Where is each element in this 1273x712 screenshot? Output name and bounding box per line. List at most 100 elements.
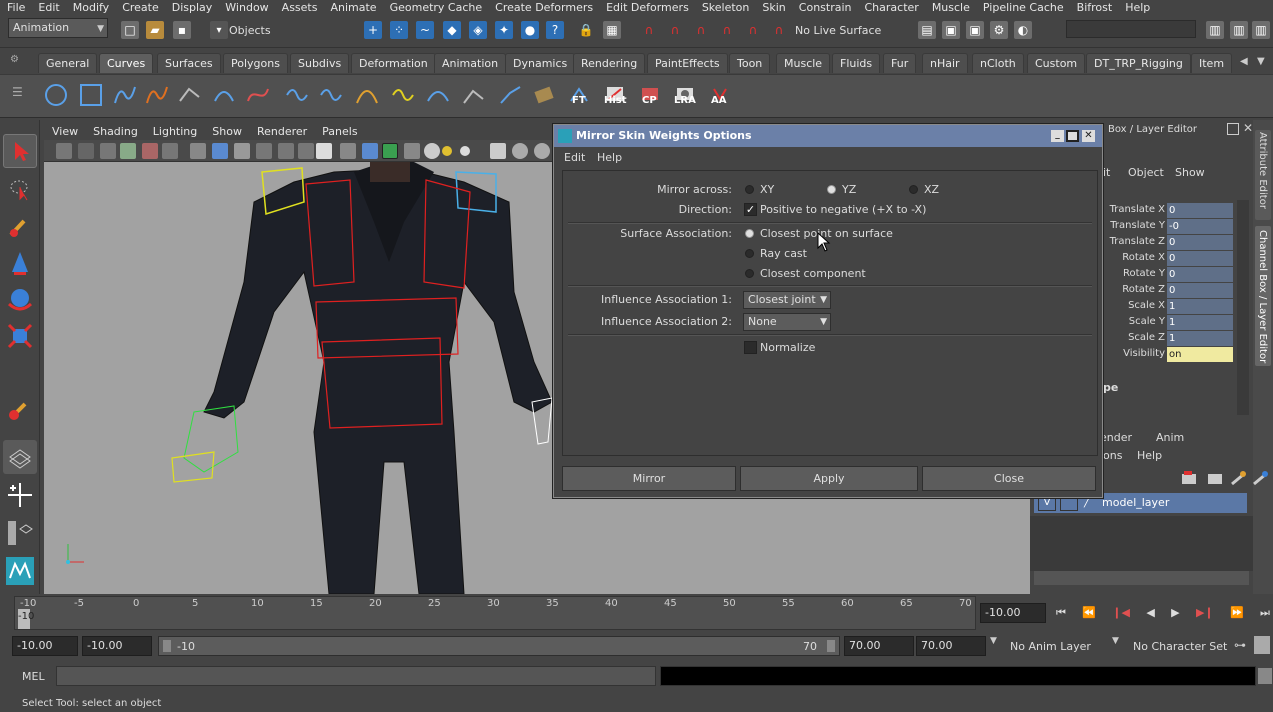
minimize-icon[interactable]: _: [1051, 130, 1064, 142]
snap-point-icon[interactable]: ∩: [692, 21, 710, 39]
channel-row[interactable]: Scale Z1: [1103, 331, 1233, 347]
shelf-tab-subdivs[interactable]: Subdivs: [290, 53, 350, 73]
range-handle-left[interactable]: [163, 640, 171, 652]
menu-skeleton[interactable]: Skeleton: [695, 1, 756, 14]
single-perspective-layout-icon[interactable]: [3, 440, 37, 474]
xray-joints-icon[interactable]: [382, 143, 398, 159]
input-box-field[interactable]: [1066, 20, 1196, 38]
new-layer-selected-icon[interactable]: [1206, 470, 1224, 486]
normalize-label[interactable]: Normalize: [760, 341, 815, 354]
camera-select-icon[interactable]: [56, 143, 72, 159]
direction-text[interactable]: Positive to negative (+X to -X): [760, 203, 926, 216]
shelf-tab-dt-trp-rigging[interactable]: DT_TRP_Rigging: [1086, 53, 1191, 73]
isolate-select-icon[interactable]: [340, 143, 356, 159]
menu-help[interactable]: Help: [1118, 1, 1156, 14]
go-to-end-icon[interactable]: ⏭: [1260, 606, 1270, 622]
character-set-selector[interactable]: No Character Set: [1133, 640, 1227, 653]
apply-button[interactable]: Apply: [740, 466, 918, 491]
chevron-down-icon[interactable]: ▼: [1112, 636, 1126, 654]
scale-tool-icon[interactable]: [3, 319, 37, 353]
ssao-icon[interactable]: [404, 143, 420, 159]
curve-fillet-icon[interactable]: [497, 81, 525, 109]
shelf-tab-item[interactable]: Item: [1191, 53, 1233, 73]
dialog-menu-edit[interactable]: Edit: [564, 151, 585, 164]
closest-component-label[interactable]: Closest component: [760, 267, 866, 280]
shelf-tab-nhair[interactable]: nHair: [922, 53, 968, 73]
nurbs-circle-icon[interactable]: [42, 81, 70, 109]
select-object-icon[interactable]: ⁘: [390, 21, 408, 39]
cv-curve-tool-icon[interactable]: [111, 81, 139, 109]
viewport-menu-shading[interactable]: Shading: [85, 125, 145, 138]
mirror-xz-radio[interactable]: [909, 185, 918, 194]
wireframe-on-shaded-icon[interactable]: [234, 143, 250, 159]
channel-row[interactable]: Rotate Y0: [1103, 267, 1233, 283]
channel-menu-show[interactable]: Show: [1175, 166, 1205, 179]
channel-row[interactable]: Translate Z0: [1103, 235, 1233, 251]
shelf-tab-deformation[interactable]: Deformation: [351, 53, 436, 73]
close-icon[interactable]: ✕: [1082, 130, 1095, 142]
selection-mask-icon[interactable]: ▾: [210, 21, 228, 39]
menu-display[interactable]: Display: [165, 1, 219, 14]
shelf-tab-animation[interactable]: Animation: [434, 53, 507, 73]
viewport-menu-lighting[interactable]: Lighting: [145, 125, 204, 138]
mirror-yz-radio[interactable]: [827, 185, 836, 194]
mirror-yz-label[interactable]: YZ: [842, 183, 856, 196]
channel-box-scrollbar[interactable]: [1237, 200, 1249, 415]
align-curves-icon[interactable]: [353, 81, 381, 109]
snap-view-plane-icon[interactable]: ∩: [718, 21, 736, 39]
layer-name[interactable]: model_layer: [1102, 496, 1169, 509]
new-layer-icon[interactable]: [1180, 470, 1198, 486]
shelf-tab-ncloth[interactable]: nCloth: [972, 53, 1024, 73]
channel-row[interactable]: Scale X1: [1103, 299, 1233, 315]
shelf-scroll-right-icon[interactable]: ▼: [1257, 56, 1271, 70]
step-back-key-icon[interactable]: ❙◀: [1112, 606, 1130, 622]
shadows-icon[interactable]: [442, 146, 452, 156]
play-forwards-icon[interactable]: ▶: [1171, 606, 1179, 622]
channel-row[interactable]: Visibility on: [1103, 347, 1233, 363]
visibility-value[interactable]: on: [1167, 347, 1233, 362]
layer-menu-help[interactable]: Help: [1137, 449, 1162, 462]
menu-modify[interactable]: Modify: [66, 1, 115, 14]
hypershade-icon[interactable]: ◐: [1014, 21, 1032, 39]
select-component-icon[interactable]: ~: [416, 21, 434, 39]
shelf-tab-fluids[interactable]: Fluids: [832, 53, 881, 73]
direction-checkbox[interactable]: ✓: [744, 203, 757, 216]
bezier-curve-icon[interactable]: [244, 81, 272, 109]
influence-association-2-dropdown[interactable]: None ▼: [743, 313, 831, 331]
ep-curve-tool-icon[interactable]: [143, 81, 171, 109]
selection-mode-label[interactable]: Objects: [229, 24, 271, 37]
channel-row[interactable]: Translate Y -0: [1103, 219, 1233, 235]
image-plane-icon[interactable]: [120, 143, 136, 159]
viewport-menu-view[interactable]: View: [44, 125, 85, 138]
layer-tab-render[interactable]: ender: [1100, 431, 1132, 444]
step-forward-frame-icon[interactable]: ⏩: [1230, 606, 1244, 622]
ipr-render-icon[interactable]: ▣: [966, 21, 984, 39]
viewport-menu-panels[interactable]: Panels: [314, 125, 364, 138]
open-scene-icon[interactable]: ▰: [146, 21, 164, 39]
paint-select-tool-icon[interactable]: [3, 210, 37, 244]
x-ray-icon[interactable]: [298, 143, 314, 159]
layer-menu-options[interactable]: ons: [1103, 449, 1122, 462]
layer-star-icon[interactable]: [1230, 470, 1248, 486]
camera-attributes-icon[interactable]: [78, 143, 94, 159]
closest-point-radio[interactable]: [745, 229, 754, 238]
command-input[interactable]: [56, 666, 656, 686]
snap-live-icon[interactable]: ∩: [744, 21, 762, 39]
channel-value[interactable]: 0: [1167, 235, 1233, 250]
select-rendering-icon[interactable]: ●: [521, 21, 539, 39]
layer-color-icon[interactable]: ╱: [1084, 497, 1090, 508]
cut-curve-icon[interactable]: [424, 81, 452, 109]
mel-label[interactable]: MEL: [22, 670, 45, 683]
select-surface-icon[interactable]: ◆: [443, 21, 461, 39]
select-misc-icon[interactable]: ?: [546, 21, 564, 39]
channel-box-tab[interactable]: Channel Box / Layer Editor: [1255, 226, 1271, 366]
menu-character[interactable]: Character: [858, 1, 925, 14]
sidebar-toggle-icon[interactable]: ▥: [1206, 21, 1224, 39]
menu-set-dropdown[interactable]: Animation ▼: [8, 18, 108, 38]
channel-value[interactable]: 0: [1167, 267, 1233, 282]
layer-scrollbar[interactable]: [1034, 571, 1249, 585]
current-time-marker[interactable]: -10: [18, 609, 34, 629]
mirror-xz-label[interactable]: XZ: [924, 183, 939, 196]
play-backwards-icon[interactable]: ◀: [1146, 606, 1154, 622]
select-tool-icon[interactable]: [3, 134, 37, 168]
